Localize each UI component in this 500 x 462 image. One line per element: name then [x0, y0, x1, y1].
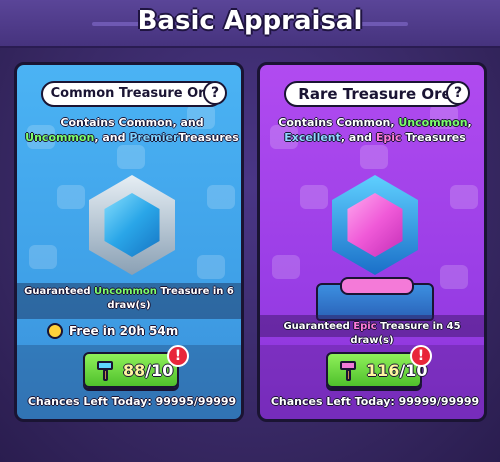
guarantee-rarity: Epic [353, 321, 377, 332]
rarity-premier: Premier [129, 131, 179, 144]
card-title: Rare Treasure Ore ? [284, 81, 470, 107]
guarantee-text: Guaranteed Uncommon Treasure in 6 draw(s… [23, 285, 235, 313]
hammer-icon [338, 359, 360, 381]
header-bar: Basic Appraisal [0, 0, 500, 48]
chances-left: Chances Left Today: 99995/99999 [27, 395, 237, 408]
rarity-common: Common [118, 116, 173, 129]
card-title-text: Rare Treasure Ore [298, 85, 452, 103]
rarity-common: Common [336, 116, 391, 129]
hammer-icon [95, 359, 117, 381]
guarantee-rarity: Uncommon [94, 286, 157, 297]
chances-left: Chances Left Today: 99999/99999 [270, 395, 480, 408]
common-treasure-ore-card[interactable]: Common Treasure Ore ? Contains Common, a… [14, 62, 244, 422]
card-description: Contains Common, Uncommon, Excellent, an… [266, 115, 484, 145]
desc-text: Treasures [178, 131, 239, 144]
desc-text: , and [340, 131, 376, 144]
draw-button[interactable]: 88/10 [83, 352, 179, 388]
draw-button[interactable]: 116/10 [326, 352, 428, 388]
draw-count-total: /10 [145, 361, 174, 380]
guarantee-text: Guaranteed Epic Treasure in 45 draw(s) [266, 320, 478, 348]
rarity-uncommon: Uncommon [398, 116, 468, 129]
card-title-text: Common Treasure Ore [50, 86, 214, 101]
desc-text: , [467, 116, 472, 129]
card-description: Contains Common, and Uncommon, and Premi… [23, 115, 241, 145]
desc-text: Contains [60, 116, 119, 129]
guarantee-prefix: Guaranteed [283, 321, 354, 332]
guarantee-prefix: Guaranteed [24, 286, 95, 297]
draw-count-value: 88 [123, 361, 146, 380]
card-title: Common Treasure Ore ? [41, 81, 227, 107]
free-timer-text: Free in 20h 54m [69, 324, 179, 338]
rarity-uncommon: Uncommon [25, 131, 95, 144]
desc-text: , and [172, 116, 204, 129]
rare-treasure-ore-card[interactable]: Rare Treasure Ore ? Contains Common, Unc… [257, 62, 487, 422]
help-icon[interactable]: ? [203, 81, 227, 105]
desc-text: Treasures [401, 131, 466, 144]
rarity-excellent: Excellent [284, 131, 341, 144]
stopwatch-icon [47, 322, 63, 339]
free-timer: Free in 20h 54m [47, 321, 217, 341]
rare-ore-gem-icon [325, 175, 425, 275]
page-title: Basic Appraisal [137, 6, 363, 36]
help-icon[interactable]: ? [446, 81, 470, 105]
desc-text: Contains [278, 116, 337, 129]
exclamation-badge-icon: ! [167, 345, 189, 367]
desc-text: , and [94, 131, 126, 144]
draw-count: 88/10 [123, 361, 173, 380]
rarity-epic: Epic [375, 131, 402, 144]
draw-count-value: 116 [366, 361, 400, 380]
common-ore-gem-icon [82, 175, 182, 275]
exclamation-badge-icon: ! [410, 345, 432, 367]
